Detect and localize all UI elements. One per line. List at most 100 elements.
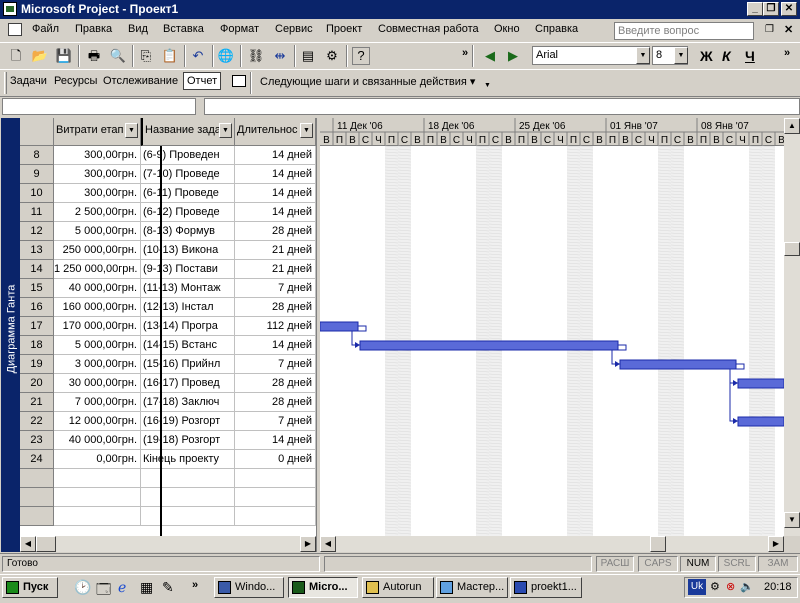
duration-cell[interactable]: 21 дней xyxy=(235,260,316,279)
guide-report[interactable]: Отчет xyxy=(183,72,222,90)
cost-cell[interactable]: 300,00грн. xyxy=(54,184,141,203)
taskbar-word[interactable]: proekt1... xyxy=(510,577,582,598)
task-name-cell[interactable]: (8-13) Формув xyxy=(141,222,235,241)
menu-view[interactable]: Вид xyxy=(128,23,148,35)
duration-cell[interactable]: 0 дней xyxy=(235,450,316,469)
column-header-duration[interactable]: Длительнос ▼ xyxy=(235,118,316,146)
duration-cell[interactable]: 28 дней xyxy=(235,298,316,317)
row-id[interactable]: 14 xyxy=(20,260,54,279)
gantt-hscroll[interactable]: ◀ ▶ xyxy=(320,536,784,552)
menu-insert[interactable]: Вставка xyxy=(163,23,204,35)
cost-cell[interactable]: 40 000,00грн. xyxy=(54,431,141,450)
start-button[interactable]: Пуск xyxy=(2,577,58,598)
ask-question-input[interactable]: Введите вопрос xyxy=(614,22,754,40)
link-icon[interactable]: ⛓ xyxy=(246,46,266,66)
tray-icon[interactable]: ⚙ xyxy=(710,580,720,593)
guide-resources[interactable]: Ресурсы xyxy=(54,75,97,87)
cost-cell[interactable]: 300,00грн. xyxy=(54,165,141,184)
task-name-cell[interactable]: (14-15) Встанс xyxy=(141,336,235,355)
duration-cell[interactable]: 28 дней xyxy=(235,393,316,412)
arrow-right-icon[interactable]: ▶ xyxy=(503,46,523,66)
duration-cell[interactable]: 14 дней xyxy=(235,184,316,203)
row-id[interactable]: 15 xyxy=(20,279,54,298)
task-name-cell[interactable] xyxy=(141,488,235,507)
table-scrollbar[interactable]: ◀ ▶ xyxy=(20,536,316,552)
task-name-cell[interactable] xyxy=(141,507,235,526)
column-header-name[interactable]: Название зада ▼ xyxy=(141,118,235,146)
taskbar-windows[interactable]: Windo... xyxy=(214,577,284,598)
entry-input[interactable] xyxy=(204,98,800,115)
row-id[interactable]: 13 xyxy=(20,241,54,260)
row-id[interactable]: 12 xyxy=(20,222,54,241)
duration-cell[interactable]: 14 дней xyxy=(235,165,316,184)
cost-cell[interactable]: 3 000,00грн. xyxy=(54,355,141,374)
quicklaunch-ie-icon[interactable]: ℯ xyxy=(118,579,126,596)
cost-cell[interactable] xyxy=(54,507,141,526)
chevron-down-icon[interactable]: ▼ xyxy=(484,82,491,89)
tray-icon[interactable]: ⊗ xyxy=(726,580,735,593)
app-icon[interactable] xyxy=(3,2,17,16)
underline-button[interactable]: Ч xyxy=(745,48,755,64)
menu-window[interactable]: Окно xyxy=(494,23,520,35)
task-name-cell[interactable]: (10-13) Викона xyxy=(141,241,235,260)
row-id[interactable]: 16 xyxy=(20,298,54,317)
task-name-cell[interactable]: (6-9) Проведен xyxy=(141,146,235,165)
row-id[interactable] xyxy=(20,469,54,488)
quicklaunch-app-icon[interactable]: ▦ xyxy=(140,579,153,596)
cost-cell[interactable] xyxy=(54,488,141,507)
duration-cell[interactable]: 28 дней xyxy=(235,222,316,241)
menu-format[interactable]: Формат xyxy=(220,23,259,35)
volume-icon[interactable]: 🔈 xyxy=(740,580,754,593)
guide-toggle-icon[interactable] xyxy=(232,75,246,87)
task-name-cell[interactable]: Кінець проекту xyxy=(141,450,235,469)
task-name-cell[interactable] xyxy=(141,469,235,488)
task-name-cell[interactable]: (16-19) Розгорт xyxy=(141,412,235,431)
scroll-thumb[interactable] xyxy=(784,242,800,256)
doc-close-icon[interactable]: ✕ xyxy=(784,23,793,36)
duration-cell[interactable]: 7 дней xyxy=(235,279,316,298)
row-id[interactable]: 21 xyxy=(20,393,54,412)
cost-cell[interactable]: 170 000,00грн. xyxy=(54,317,141,336)
web-icon[interactable]: 🌐 xyxy=(216,46,236,66)
duration-cell[interactable]: 112 дней xyxy=(235,317,316,336)
font-select[interactable]: Arial xyxy=(532,46,650,65)
row-id[interactable]: 19 xyxy=(20,355,54,374)
duration-cell[interactable] xyxy=(235,469,316,488)
duration-cell[interactable] xyxy=(235,488,316,507)
open-icon[interactable]: 📂 xyxy=(30,46,50,66)
task-name-cell[interactable]: (6-11) Проведе xyxy=(141,184,235,203)
bold-button[interactable]: Ж xyxy=(700,48,713,64)
new-icon[interactable]: 🗋 xyxy=(6,46,26,66)
scroll-thumb[interactable] xyxy=(650,536,666,552)
quicklaunch-outlook-icon[interactable]: 🕑 xyxy=(74,579,91,596)
guide-tasks[interactable]: Задачи xyxy=(10,75,47,87)
chevron-down-icon[interactable]: ▼ xyxy=(219,123,232,138)
scroll-left-icon[interactable]: ◀ xyxy=(320,536,336,552)
task-name-cell[interactable]: (17-18) Заключ xyxy=(141,393,235,412)
cost-cell[interactable]: 2 500,00грн. xyxy=(54,203,141,222)
cost-cell[interactable] xyxy=(54,469,141,488)
row-id[interactable]: 17 xyxy=(20,317,54,336)
unlink-icon[interactable]: ⇹ xyxy=(270,46,290,66)
task-name-cell[interactable]: (7-10) Проведе xyxy=(141,165,235,184)
duration-cell[interactable]: 7 дней xyxy=(235,412,316,431)
scroll-down-icon[interactable]: ▼ xyxy=(784,512,800,528)
duration-cell[interactable]: 14 дней xyxy=(235,336,316,355)
select-all-header[interactable] xyxy=(20,118,54,146)
paste-icon[interactable]: 📋 xyxy=(160,46,180,66)
cost-cell[interactable]: 5 000,00грн. xyxy=(54,336,141,355)
row-id[interactable]: 10 xyxy=(20,184,54,203)
toolbar-overflow-icon[interactable]: » xyxy=(784,47,790,59)
task-name-cell[interactable]: (16-17) Провед xyxy=(141,374,235,393)
next-steps-menu[interactable]: Следующие шаги и связанные действия ▾ xyxy=(260,75,475,88)
print-preview-icon[interactable]: 🔍 xyxy=(108,46,128,66)
cost-cell[interactable]: 250 000,00грн. xyxy=(54,241,141,260)
task-name-cell[interactable]: (15-16) Прийнл xyxy=(141,355,235,374)
row-id[interactable]: 8 xyxy=(20,146,54,165)
duration-cell[interactable]: 28 дней xyxy=(235,374,316,393)
task-name-cell[interactable]: (13-14) Програ xyxy=(141,317,235,336)
resource-icon[interactable]: ⚙ xyxy=(322,46,342,66)
entry-name-box[interactable] xyxy=(2,98,196,115)
cost-cell[interactable]: 12 000,00грн. xyxy=(54,412,141,431)
menu-tools[interactable]: Сервис xyxy=(275,23,313,35)
